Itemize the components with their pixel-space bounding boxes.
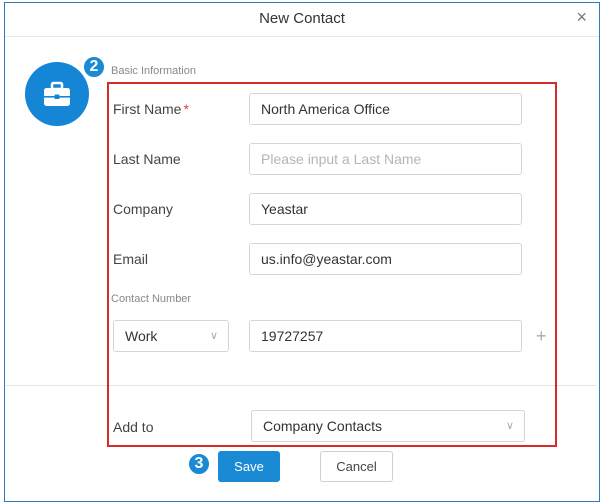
chevron-down-icon: ∨	[505, 420, 514, 432]
save-button[interactable]: Save	[218, 451, 280, 482]
last-name-label: Last Name	[113, 151, 181, 167]
email-label: Email	[113, 251, 149, 267]
chevron-down-icon: ∨	[209, 330, 218, 342]
contact-number-label: Contact Number	[111, 293, 192, 305]
contact-number-input[interactable]: 19727257	[249, 320, 522, 352]
first-name-input[interactable]: North America Office	[249, 93, 522, 125]
section-divider	[6, 385, 596, 386]
company-input[interactable]: Yeastar	[249, 193, 522, 225]
briefcase-icon	[44, 81, 70, 106]
cancel-button[interactable]: Cancel	[320, 451, 393, 482]
dialog-title-bar: New Contact ×	[5, 3, 599, 37]
last-name-input[interactable]: Please input a Last Name	[249, 143, 522, 175]
email-input[interactable]: us.info@yeastar.com	[249, 243, 522, 275]
add-to-label: Add to	[113, 419, 154, 435]
step-3-badge: 3	[187, 452, 211, 476]
company-label: Company	[113, 201, 173, 217]
dialog-title: New Contact	[259, 10, 345, 27]
close-icon[interactable]: ×	[576, 7, 587, 27]
required-mark: *	[183, 101, 189, 117]
first-name-label-text: First Name	[113, 101, 182, 117]
add-to-select[interactable]: Company Contacts ∨	[251, 410, 525, 442]
contact-avatar	[25, 62, 89, 126]
first-name-label: First Name *	[113, 101, 189, 117]
step-2-badge: 2	[82, 55, 106, 79]
add-number-icon[interactable]: +	[536, 326, 547, 346]
basic-information-label: Basic Information	[111, 65, 196, 77]
number-type-select[interactable]: Work ∨	[113, 320, 229, 352]
number-type-value: Work	[125, 328, 158, 344]
add-to-value: Company Contacts	[263, 418, 383, 434]
